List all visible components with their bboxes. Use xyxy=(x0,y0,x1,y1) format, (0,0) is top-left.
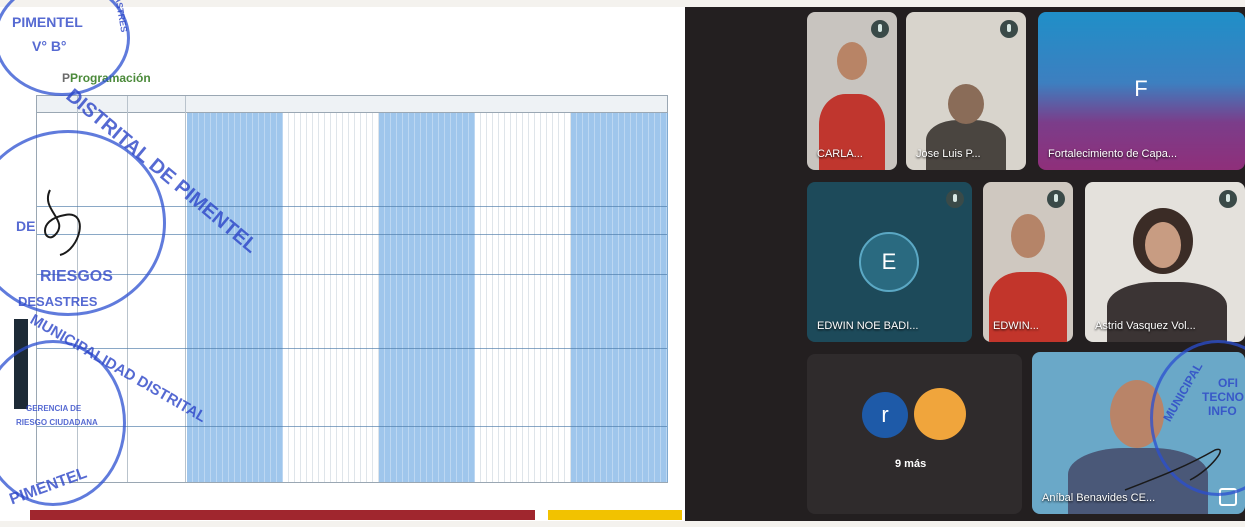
banner-yellow xyxy=(548,510,682,520)
signature-mark xyxy=(1124,448,1221,491)
mic-icon xyxy=(1000,20,1018,38)
overflow-tile[interactable]: r xyxy=(807,354,1022,514)
participant-name: CARLA... xyxy=(817,148,863,160)
stamp-text: INFO xyxy=(1208,404,1237,418)
stamp-text: GERENCIA DE xyxy=(26,404,82,413)
participant-initial: F xyxy=(1134,76,1148,101)
participant-tile-fortalecimiento[interactable]: F Fortalecimiento de Capa... xyxy=(1038,12,1245,170)
participant-initial: E xyxy=(859,232,919,292)
participant-tile-edwin-noe[interactable]: E EDWIN NOE BADI... xyxy=(807,182,972,342)
participant-name: Astrid Vasquez Vol... xyxy=(1095,320,1196,332)
stamp-text: RIESGOS xyxy=(40,268,113,285)
participant-tile-carla[interactable]: CARLA... xyxy=(807,12,897,170)
overflow-avatar-initial: r xyxy=(862,392,908,438)
overflow-avatar-photo xyxy=(914,388,966,440)
stamp-text: PIMENTEL xyxy=(12,14,83,30)
row-divider xyxy=(37,348,667,349)
mic-icon xyxy=(1047,190,1065,208)
mic-icon xyxy=(871,20,889,38)
participant-name: Jose Luis P... xyxy=(916,148,981,160)
stamp-text: TECNO xyxy=(1202,390,1244,404)
participant-name: Fortalecimiento de Capa... xyxy=(1048,148,1178,160)
overflow-count: 9 más xyxy=(895,458,927,470)
stamp-text: V° B° xyxy=(32,38,67,54)
participant-name: EDWIN... xyxy=(993,320,1039,332)
stamp-text: DESASTRES xyxy=(18,294,98,309)
stamp-text: OFI xyxy=(1218,376,1238,390)
participant-name: EDWIN NOE BADI... xyxy=(817,320,919,332)
participant-tile-edwin[interactable]: EDWIN... xyxy=(983,182,1073,342)
mic-icon xyxy=(946,190,964,208)
row-divider xyxy=(37,426,667,427)
banner-red xyxy=(30,510,535,520)
participant-tile-jose-luis[interactable]: Jose Luis P... xyxy=(906,12,1026,170)
mic-icon xyxy=(1219,190,1237,208)
signature-mark xyxy=(44,189,81,256)
stamp-text: RIESGO CIUDADANA xyxy=(16,418,98,427)
participant-tile-astrid[interactable]: Astrid Vasquez Vol... xyxy=(1085,182,1245,342)
